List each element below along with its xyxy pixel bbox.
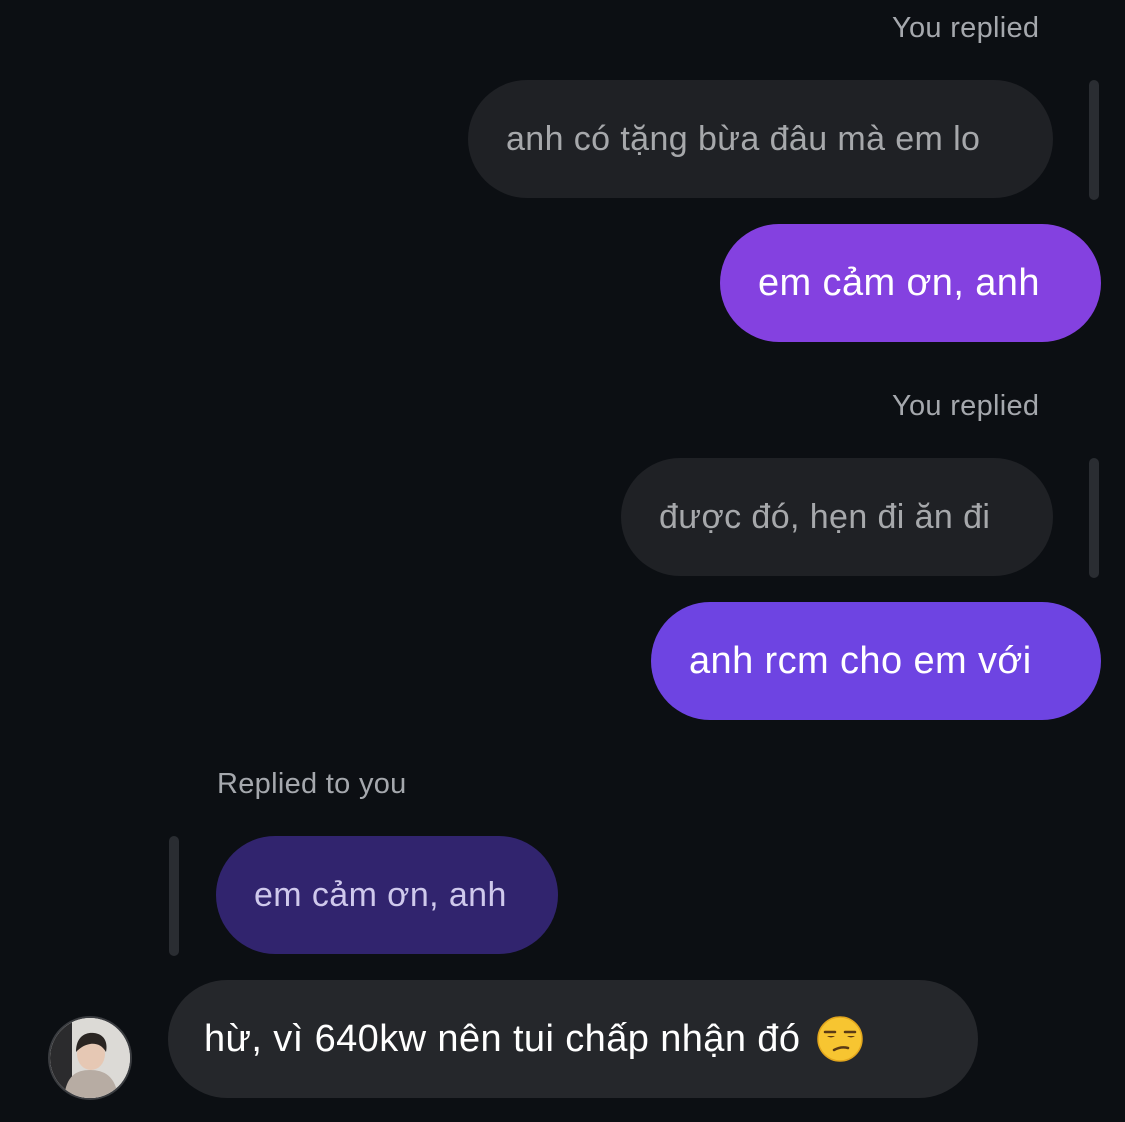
sent-message-text: anh rcm cho em với — [689, 639, 1032, 682]
quoted-message-text: anh có tặng bừa đâu mà em lo — [506, 119, 981, 158]
avatar[interactable] — [48, 1016, 132, 1100]
reply-indicator-bar — [169, 836, 179, 956]
received-message-bubble[interactable]: hừ, vì 640kw nên tui chấp nhận đó — [168, 980, 978, 1098]
reply-label: You replied — [892, 12, 1040, 44]
reply-label: You replied — [892, 390, 1040, 422]
sent-message-text: em cảm ơn, anh — [758, 261, 1040, 304]
reply-indicator-bar — [1089, 458, 1099, 578]
received-message-text: hừ, vì 640kw nên tui chấp nhận đó — [204, 1017, 801, 1060]
quoted-message-bubble[interactable]: được đó, hẹn đi ăn đi — [621, 458, 1053, 576]
reply-label: Replied to you — [217, 768, 407, 800]
sent-message-bubble[interactable]: anh rcm cho em với — [651, 602, 1101, 720]
sent-message-bubble[interactable]: em cảm ơn, anh — [720, 224, 1101, 342]
unamused-face-icon — [817, 1016, 864, 1062]
reply-indicator-bar — [1089, 80, 1099, 200]
quoted-message-text: em cảm ơn, anh — [254, 875, 507, 914]
quoted-message-bubble[interactable]: anh có tặng bừa đâu mà em lo — [468, 80, 1053, 198]
quoted-message-text: được đó, hẹn đi ăn đi — [659, 497, 991, 536]
avatar-photo — [50, 1018, 130, 1098]
quoted-message-bubble[interactable]: em cảm ơn, anh — [216, 836, 558, 954]
